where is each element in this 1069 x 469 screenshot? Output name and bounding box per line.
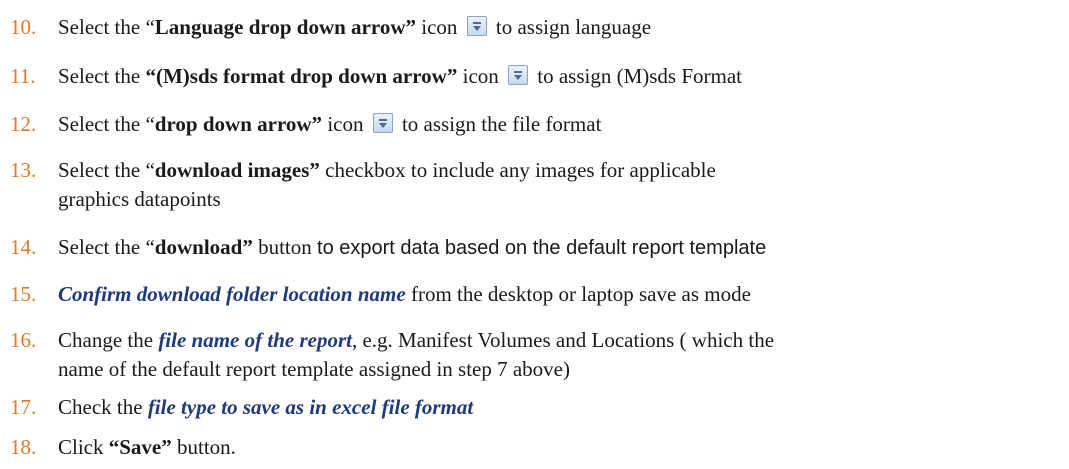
step-emphasis: file name of the report (158, 328, 352, 352)
step-15: 15. Confirm download folder location name… (10, 280, 751, 309)
step-emphasis: Confirm download folder location name (58, 282, 406, 306)
step-text: to assign (M)sds Format (532, 64, 743, 88)
step-text: button (252, 235, 318, 259)
dropdown-arrow-icon (372, 113, 393, 133)
step-text: from the desktop or laptop save as mode (405, 282, 751, 306)
step-number: 14. (10, 235, 37, 259)
step-number: 12. (10, 112, 37, 136)
step-text: button. (171, 435, 236, 459)
step-14: 14. Select the “download” button to expor… (10, 233, 766, 263)
step-emphasis: “Save” (108, 435, 172, 459)
step-text: icon (415, 15, 458, 39)
step-emphasis: “(M)sds format drop down arrow” (145, 64, 458, 88)
step-text: Select the “ (58, 158, 155, 182)
step-emphasis: Language drop down arrow” (154, 15, 416, 39)
step-text: Select the “ (58, 112, 155, 136)
step-12: 12. Select the “drop down arrow” icon to … (10, 110, 601, 139)
step-emphasis: download images” (154, 158, 320, 182)
step-number: 11. (10, 64, 36, 88)
step-text: checkbox to include any images for appli… (319, 158, 716, 182)
step-text: Change the (58, 328, 159, 352)
step-text: to assign the file format (396, 112, 602, 136)
step-10: 10. Select the “Language drop down arrow”… (10, 13, 651, 42)
dropdown-arrow-icon (466, 16, 487, 36)
step-number: 13. (10, 158, 37, 182)
step-text: Click (58, 435, 109, 459)
step-number: 10. (10, 15, 37, 39)
step-number: 15. (10, 282, 37, 306)
step-number: 18. (10, 435, 37, 459)
step-16: 16. Change the file name of the report, e… (10, 326, 774, 384)
step-text: Select the “ (58, 15, 155, 39)
step-text: , e.g. Manifest Volumes and Locations ( … (351, 328, 775, 352)
step-emphasis: file type to save as in excel file forma… (147, 395, 474, 419)
step-11: 11. Select the “(M)sds format drop down a… (10, 62, 742, 91)
step-emphasis: download” (154, 235, 253, 259)
step-17: 17. Check the file type to save as in exc… (10, 393, 473, 422)
step-text: Check the (58, 395, 148, 419)
step-number: 17. (10, 395, 37, 419)
step-text: icon (457, 64, 499, 88)
step-text: to export data based on the default repo… (317, 237, 767, 259)
step-emphasis: drop down arrow” (154, 112, 323, 136)
step-continuation: graphics datapoints (58, 187, 221, 211)
step-text: icon (322, 112, 364, 136)
step-text: Select the “ (58, 235, 155, 259)
step-text: to assign language (490, 15, 652, 39)
step-number: 16. (10, 328, 37, 352)
dropdown-arrow-icon (508, 65, 529, 85)
step-18: 18. Click “Save” button. (10, 433, 236, 462)
step-13: 13. Select the “download images” checkbox… (10, 156, 716, 214)
step-continuation: name of the default report template assi… (58, 357, 570, 381)
step-text: Select the (58, 64, 146, 88)
